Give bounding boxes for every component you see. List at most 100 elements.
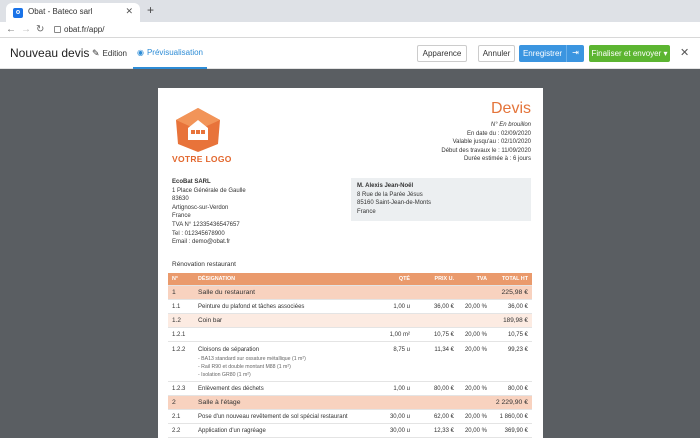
quote-document: VOTRE LOGO Devis N° En brouillon En date… bbox=[158, 88, 543, 438]
house-logo-icon bbox=[176, 108, 220, 152]
cell-qte: 30,00 u bbox=[389, 414, 410, 420]
quote-duration: Durée estimée à : 6 jours bbox=[463, 156, 531, 163]
cell-total: 1 860,00 € bbox=[499, 414, 528, 420]
company-country: France bbox=[172, 213, 191, 220]
cell-num: 2.2 bbox=[172, 428, 181, 434]
cell-tva: 20,00 % bbox=[464, 414, 487, 420]
table-row: 2 Salle à l'étage 2 229,90 € bbox=[168, 396, 532, 410]
cell-qte bbox=[380, 396, 414, 409]
caret-down-icon: ▾ bbox=[663, 49, 668, 58]
table-row: 1.2.3 Enlèvement des déchets 1,00 u 80,0… bbox=[168, 382, 532, 396]
col-num: N° bbox=[172, 276, 179, 282]
cancel-button[interactable]: Annuler bbox=[478, 45, 515, 62]
browser-tab[interactable]: o Obat - Bateco sarl ✕ bbox=[6, 3, 140, 22]
client-address: 8 Rue de la Parée Jésus bbox=[357, 191, 423, 198]
cell-num: 1 bbox=[172, 289, 176, 296]
apparence-button[interactable]: Apparence bbox=[417, 45, 467, 62]
cell-pu bbox=[414, 314, 458, 327]
col-total: TOTAL HT bbox=[501, 276, 528, 282]
company-city: Artignosc-sur-Verdon bbox=[172, 204, 229, 211]
save-button[interactable]: Enregistrer bbox=[519, 45, 566, 62]
quote-start-date: Début des travaux le : 11/09/2020 bbox=[441, 147, 531, 154]
cell-num: 2 bbox=[172, 399, 176, 406]
cell-designation: Coin bar bbox=[198, 317, 223, 324]
finalize-send-button[interactable]: Finaliser et envoyer ▾ bbox=[589, 45, 670, 62]
cell-num: 1.2.1 bbox=[172, 332, 186, 338]
cell-designation bbox=[194, 328, 380, 341]
project-title: Rénovation restaurant bbox=[172, 261, 236, 268]
close-icon[interactable]: ✕ bbox=[680, 46, 689, 59]
client-city: 85160 Saint-Jean-de-Monts bbox=[357, 200, 432, 207]
tab-title: Obat - Bateco sarl bbox=[28, 7, 93, 16]
cell-pu: 36,00 € bbox=[433, 304, 454, 310]
client-name: M. Alexis Jean-Noël bbox=[357, 183, 414, 189]
cell-tva bbox=[458, 286, 491, 299]
cell-total: 189,98 € bbox=[503, 317, 528, 324]
cell-pu bbox=[414, 396, 458, 409]
col-designation: DÉSIGNATION bbox=[198, 276, 236, 282]
cell-tva: 20,00 % bbox=[464, 332, 487, 338]
table-row: 2.1 Pose d'un nouveau revêtement de sol … bbox=[168, 410, 532, 424]
cell-designation: Enlèvement des déchets bbox=[198, 386, 264, 392]
new-tab-button[interactable]: + bbox=[147, 4, 154, 16]
cell-tva: 20,00 % bbox=[464, 428, 487, 434]
cell-detail: - Isolation GR80 (1 m²) bbox=[198, 372, 251, 378]
cell-designation: Salle du restaurant bbox=[198, 289, 256, 296]
cell-tva bbox=[458, 314, 491, 327]
cell-tva bbox=[458, 396, 491, 409]
url-field[interactable]: obat.fr/app/ bbox=[64, 25, 104, 34]
cell-qte bbox=[380, 314, 414, 327]
table-row: 1.1 Peinture du plafond et tâches associ… bbox=[168, 300, 532, 314]
save-exit-icon[interactable]: ⇥ bbox=[566, 45, 584, 62]
cell-total: 10,75 € bbox=[507, 332, 528, 338]
quote-number: N° En brouillon bbox=[490, 122, 531, 128]
cell-qte: 8,75 u bbox=[393, 347, 410, 353]
quote-valid-until: Valable jusqu'au : 02/10/2020 bbox=[452, 139, 531, 146]
tab-edition[interactable]: ✎ Edition bbox=[92, 38, 127, 68]
cell-qte: 1,00 u bbox=[393, 304, 410, 310]
quote-table: N° DÉSIGNATION QTÉ PRIX U. TVA TOTAL HT … bbox=[168, 273, 532, 438]
client-info: M. Alexis Jean-Noël 8 Rue de la Parée Jé… bbox=[351, 178, 531, 221]
finalize-send-label: Finaliser et envoyer bbox=[591, 49, 662, 58]
table-row: 2.2 Application d'un ragréage 30,00 u 12… bbox=[168, 424, 532, 438]
back-arrow-icon[interactable]: ← bbox=[6, 23, 16, 37]
close-tab-icon[interactable]: ✕ bbox=[125, 6, 133, 17]
forward-arrow-icon[interactable]: → bbox=[21, 23, 31, 37]
quote-date: En date du : 02/09/2020 bbox=[466, 130, 531, 137]
table-header: N° DÉSIGNATION QTÉ PRIX U. TVA TOTAL HT bbox=[168, 273, 532, 286]
table-row: 1.2.1 1,00 m² 10,75 € 20,00 % 10,75 € bbox=[168, 328, 532, 342]
table-row: 1.2.2 Cloisons de séparation - BA13 stan… bbox=[168, 342, 532, 382]
col-qte: QTÉ bbox=[398, 276, 410, 282]
company-name: EcoBat SARL bbox=[172, 179, 211, 185]
tab-preview[interactable]: ◉ Prévisualisation bbox=[133, 38, 207, 69]
reload-icon[interactable]: ↻ bbox=[36, 23, 44, 37]
pencil-icon: ✎ bbox=[92, 48, 100, 58]
cell-total: 99,23 € bbox=[507, 347, 528, 353]
cell-designation: Application d'un ragréage bbox=[198, 428, 266, 434]
cell-detail: - BA13 standard sur ossature métallique … bbox=[198, 356, 306, 362]
cell-designation: Pose d'un nouveau revêtement de sol spéc… bbox=[198, 414, 348, 420]
cell-detail: - Rail R90 et double montant M88 (1 m²) bbox=[198, 364, 291, 370]
cell-qte bbox=[380, 286, 414, 299]
cell-tva: 20,00 % bbox=[464, 347, 487, 353]
cell-tva: 20,00 % bbox=[464, 386, 487, 392]
document-title: Devis bbox=[490, 100, 531, 117]
tab-preview-label: Prévisualisation bbox=[146, 48, 203, 57]
cell-num: 1.2.3 bbox=[172, 386, 186, 392]
cell-pu bbox=[414, 286, 458, 299]
logo-text: VOTRE LOGO bbox=[172, 154, 232, 164]
tab-edition-label: Edition bbox=[102, 49, 128, 58]
company-address: 1 Place Générale de Gaulle bbox=[172, 187, 246, 194]
cell-designation: Cloisons de séparation - BA13 standard s… bbox=[194, 345, 380, 381]
cell-qte: 1,00 u bbox=[393, 386, 410, 392]
col-pu: PRIX U. bbox=[434, 276, 454, 282]
app-header: Nouveau devis ✎ Edition ◉ Prévisualisation… bbox=[0, 38, 700, 69]
table-row: 1.2 Coin bar 189,98 € bbox=[168, 314, 532, 328]
cell-designation: Peinture du plafond et tâches associées bbox=[198, 304, 305, 310]
table-row: 1 Salle du restaurant 225,98 € bbox=[168, 286, 532, 300]
company-info: EcoBat SARL 1 Place Générale de Gaulle 8… bbox=[172, 178, 246, 247]
page-title: Nouveau devis bbox=[10, 46, 90, 60]
obat-favicon-icon: o bbox=[13, 8, 23, 18]
cell-num: 1.1 bbox=[172, 304, 181, 310]
cell-qte: 30,00 u bbox=[389, 428, 410, 434]
